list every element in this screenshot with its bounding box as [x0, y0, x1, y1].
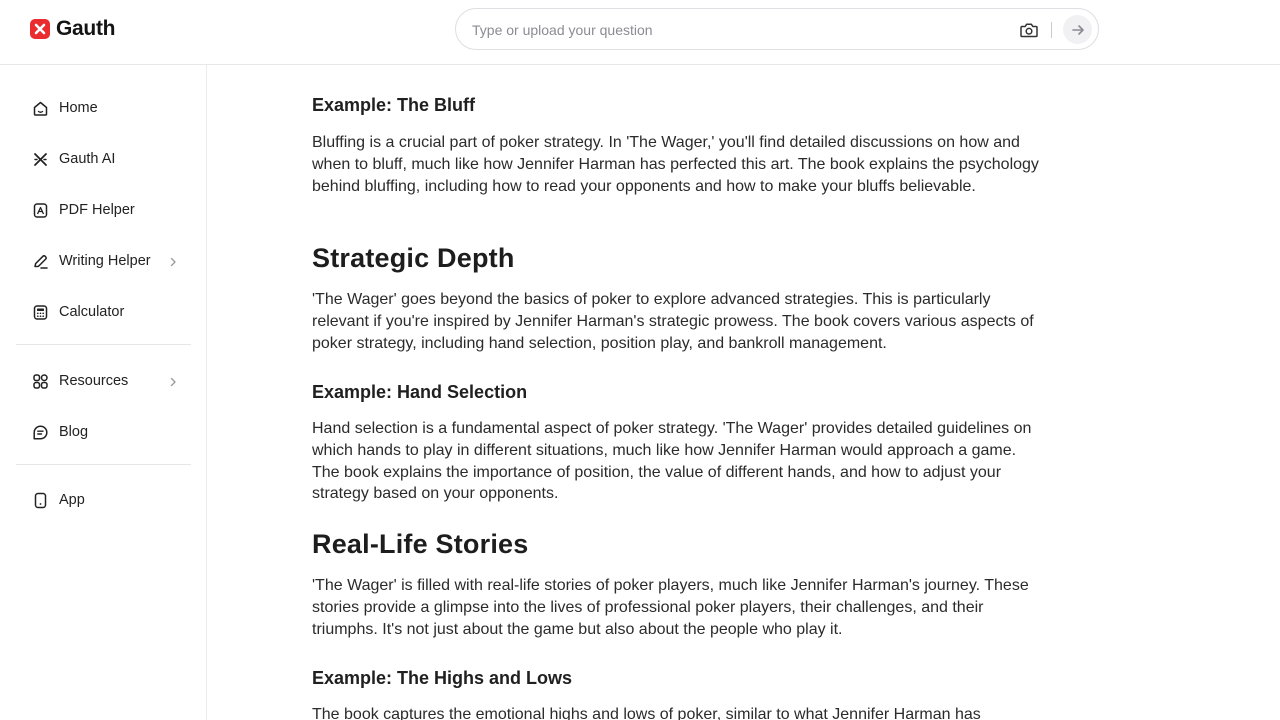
gauth-logo[interactable]: Gauth — [30, 17, 115, 41]
sidebar-item-label: Home — [59, 100, 98, 116]
sidebar-divider — [16, 344, 191, 345]
arrow-right-icon[interactable] — [1063, 15, 1092, 44]
sidebar-item-label: PDF Helper — [59, 202, 135, 218]
section-paragraph: Hand selection is a fundamental aspect o… — [312, 420, 1032, 503]
sidebar-item-writing-helper[interactable]: Writing Helper — [16, 241, 191, 281]
section-paragraph: 'The Wager' goes beyond the basics of po… — [312, 291, 1034, 352]
grid-icon — [31, 372, 49, 390]
sidebar-item-label: Calculator — [59, 304, 125, 320]
sidebar-item-label: Resources — [59, 373, 129, 389]
top-header: Gauth — [0, 0, 1280, 65]
pdf-icon — [31, 201, 49, 219]
search-bar — [455, 8, 1099, 50]
pen-icon — [31, 252, 49, 270]
sidebar: Home Gauth AI PDF Helper Writing Helper … — [0, 65, 207, 720]
sidebar-item-label: Writing Helper — [59, 253, 151, 269]
section-heading: Strategic Depth — [312, 243, 515, 273]
section-paragraph: Bluffing is a crucial part of poker stra… — [312, 134, 1039, 195]
sidebar-item-label: Gauth AI — [59, 151, 116, 167]
chevron-right-icon — [169, 254, 177, 272]
gauth-ai-icon — [31, 150, 49, 168]
home-icon — [31, 99, 49, 117]
sidebar-item-app[interactable]: App — [16, 480, 191, 520]
sidebar-item-pdf-helper[interactable]: PDF Helper — [16, 190, 191, 230]
sidebar-item-blog[interactable]: Blog — [16, 412, 191, 452]
section-paragraph: The book captures the emotional highs an… — [312, 706, 981, 720]
section-heading: Example: The Highs and Lows — [312, 668, 573, 688]
phone-icon — [31, 491, 49, 509]
gauth-logo-icon — [30, 19, 50, 39]
sidebar-item-home[interactable]: Home — [16, 88, 191, 128]
section-heading: Example: Hand Selection — [312, 382, 528, 402]
chevron-right-icon — [169, 374, 177, 392]
sidebar-item-label: App — [59, 492, 85, 508]
sidebar-item-gauth-ai[interactable]: Gauth AI — [16, 139, 191, 179]
brand-name: Gauth — [56, 17, 116, 40]
sidebar-item-resources[interactable]: Resources — [16, 361, 191, 401]
sidebar-item-calculator[interactable]: Calculator — [16, 292, 191, 332]
sidebar-item-label: Blog — [59, 424, 89, 440]
section-heading: Example: The Bluff — [312, 95, 476, 115]
section-paragraph: 'The Wager' is filled with real-life sto… — [312, 577, 1029, 638]
search-divider — [1051, 22, 1052, 38]
camera-icon[interactable] — [1019, 20, 1039, 40]
article-content: Example: The Bluff Bluffing is a crucial… — [312, 65, 1042, 720]
calculator-icon — [31, 303, 49, 321]
sidebar-divider — [16, 464, 191, 465]
blog-icon — [31, 423, 49, 441]
search-input[interactable] — [472, 19, 992, 41]
section-heading: Real-Life Stories — [312, 529, 529, 559]
